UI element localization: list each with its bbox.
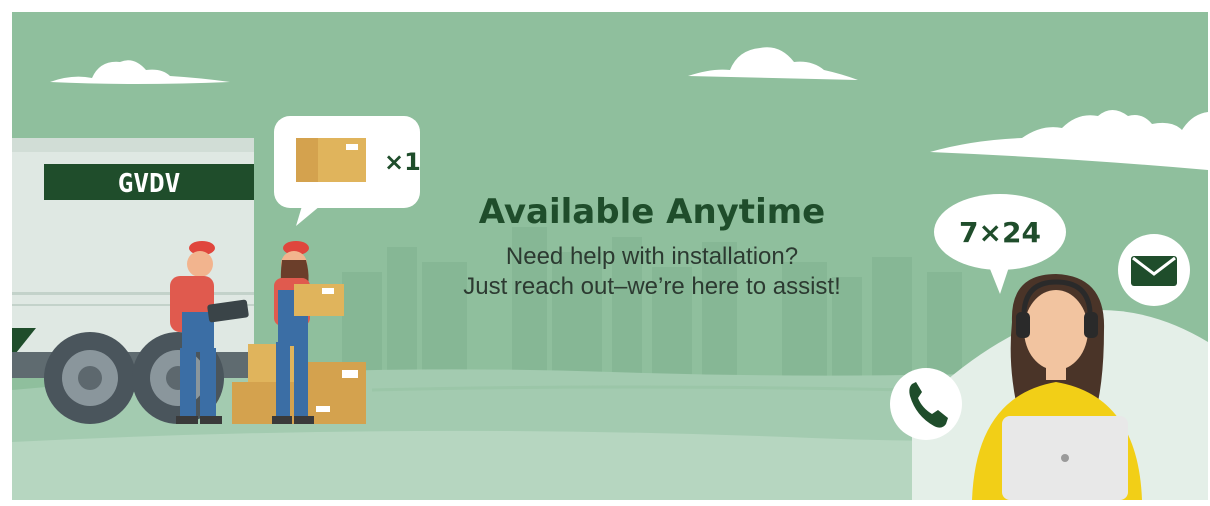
delivery-truck: GVDV <box>12 138 254 424</box>
package-speech-bubble: ×1 <box>274 116 421 226</box>
page-frame: GVDV ×1 7×24 Available Anytime Need help… <box>0 0 1210 506</box>
package-count-text: ×1 <box>384 148 421 176</box>
city-skyline <box>342 227 962 382</box>
availability-badge-text: 7×24 <box>959 216 1041 249</box>
cloud-center <box>688 47 858 80</box>
support-banner: GVDV ×1 7×24 Available Anytime Need help… <box>12 12 1208 500</box>
truck-brand-text: GVDV <box>118 169 181 199</box>
mail-icon <box>1118 234 1190 306</box>
cloud-right <box>930 110 1208 170</box>
box-icon <box>294 284 344 316</box>
phone-icon <box>890 368 962 440</box>
banner-illustration: GVDV ×1 7×24 <box>12 47 1208 500</box>
cloud-left <box>50 60 230 84</box>
